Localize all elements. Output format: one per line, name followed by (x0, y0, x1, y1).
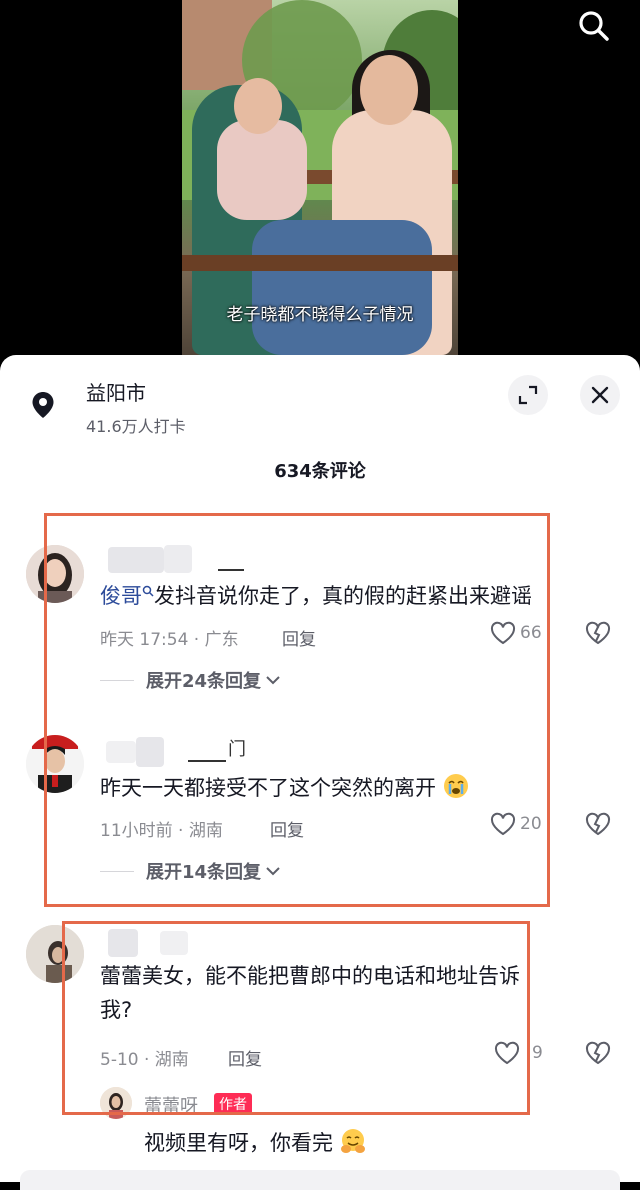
expand-replies-button[interactable]: 展开24条回复 (100, 667, 281, 693)
mention-link[interactable]: 俊哥 (100, 584, 142, 608)
username-blurred[interactable] (136, 737, 164, 767)
video-frame[interactable]: 老子晓都不晓得么子情况 (182, 0, 458, 355)
expand-icon (518, 385, 538, 405)
close-icon (591, 386, 609, 404)
author-reply-text: 视频里有呀，你看完 (144, 1127, 366, 1157)
crying-face-icon (443, 774, 468, 798)
expand-divider (100, 679, 134, 681)
comment-meta: 昨天 17:54 · 广东 (100, 630, 239, 650)
dislike-button[interactable] (584, 1041, 612, 1069)
expand-replies-label: 展开24条回复 (146, 671, 262, 692)
expand-replies-label: 展开14条回复 (146, 862, 262, 883)
comment-body: 昨天一天都接受不了这个突然的离开 (100, 776, 436, 800)
username-fragment (188, 760, 226, 762)
username-blurred (106, 741, 136, 763)
username-blurred[interactable] (108, 547, 164, 573)
chevron-down-icon (266, 676, 280, 685)
username-fragment (218, 569, 244, 571)
dislike-button[interactable] (584, 621, 612, 649)
comment-meta: 11小时前 · 湖南 (100, 821, 223, 841)
like-button[interactable]: 20 (490, 812, 542, 836)
username-fragment-text: 门 (228, 739, 246, 760)
like-count: 9 (532, 1043, 543, 1063)
video-person-right-head (360, 55, 418, 125)
comment-input-bar[interactable] (20, 1170, 620, 1190)
heart-icon (490, 621, 516, 645)
avatar[interactable] (26, 545, 84, 603)
author-avatar[interactable] (100, 1087, 132, 1119)
video-caption: 老子晓都不晓得么子情况 (226, 305, 414, 325)
comment-body-line: 蕾蕾美女，能不能把曹郎中的电话和地址告诉 (100, 964, 520, 988)
reply-button[interactable]: 回复 (282, 625, 316, 650)
dislike-button[interactable] (584, 812, 612, 840)
broken-heart-icon (585, 812, 611, 836)
comment-text: 俊哥 发抖音说你走了，真的假的赶紧出来避谣 (100, 579, 610, 613)
comment-body-line: 我? (100, 998, 133, 1022)
broken-heart-icon (585, 1041, 611, 1065)
video-player[interactable]: 老子晓都不晓得么子情况 (0, 0, 640, 370)
video-person-left-head (234, 78, 282, 134)
username-blurred (160, 931, 188, 955)
chevron-down-icon (266, 867, 280, 876)
location-pin-icon (26, 388, 60, 422)
comment-text: 蕾蕾美女，能不能把曹郎中的电话和地址告诉 我? (100, 959, 610, 1027)
expand-divider (100, 870, 134, 872)
expand-button[interactable] (508, 375, 548, 415)
avatar[interactable] (26, 735, 84, 793)
like-button[interactable]: 9 (494, 1041, 543, 1065)
like-button[interactable]: 66 (490, 621, 542, 645)
like-count: 66 (520, 623, 542, 643)
heart-icon (490, 812, 516, 836)
comment-text: 昨天一天都接受不了这个突然的离开 (100, 771, 610, 805)
username-blurred[interactable] (108, 929, 138, 957)
avatar[interactable] (26, 925, 84, 983)
comment-meta: 5-10 · 湖南 (100, 1050, 189, 1070)
reply-button[interactable]: 回复 (228, 1045, 262, 1070)
expand-replies-button[interactable]: 展开14条回复 (100, 858, 281, 884)
search-button[interactable] (572, 4, 616, 48)
broken-heart-icon (585, 621, 611, 645)
close-button[interactable] (580, 375, 620, 415)
like-count: 20 (520, 814, 542, 834)
username-blurred (164, 545, 192, 573)
author-reply-body: 视频里有呀，你看完 (144, 1131, 333, 1155)
author-name[interactable]: 蕾蕾呀 (144, 1092, 198, 1118)
comment-body: 发抖音说你走了，真的假的赶紧出来避谣 (154, 584, 532, 608)
search-mention-icon (142, 585, 154, 597)
author-badge: 作者 (214, 1093, 252, 1115)
video-person-left-blouse (217, 120, 307, 220)
location-name[interactable]: 益阳市 (86, 377, 146, 406)
comment-count: 634条评论 (274, 461, 366, 482)
reply-button[interactable]: 回复 (270, 816, 304, 841)
video-bench-seat (182, 255, 458, 271)
heart-icon (494, 1041, 520, 1065)
video-person-right-jeans (252, 220, 432, 355)
hugging-face-icon (340, 1129, 365, 1153)
location-checkins: 41.6万人打卡 (86, 417, 186, 436)
search-icon (579, 11, 609, 41)
comment-sheet: 益阳市 41.6万人打卡 634条评论 俊哥 发抖音说你走了，真的假的赶紧出来避谣… (0, 355, 640, 1190)
